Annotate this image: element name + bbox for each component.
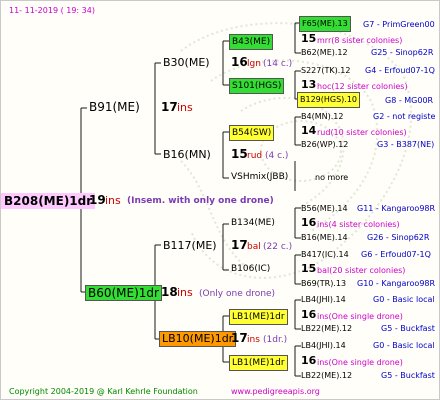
sire-bottom-b-label[interactable]: VSHmix(JBB) <box>231 171 288 184</box>
sire-top-a-ins: 15 <box>301 32 317 45</box>
dam-top-ins: 17 <box>231 238 248 252</box>
sire-bottom-b-note: no more <box>315 173 349 182</box>
dam-top-a-note: ins(4 sister colonies) <box>317 220 400 229</box>
dam-top-a-r2-left[interactable]: B16(ME).14 <box>301 231 348 244</box>
footer-copyright: Copyright 2004-2019 @ Karl Kehrle Founda… <box>9 387 198 396</box>
dam-bottom-ins-word: ins <box>247 335 260 345</box>
sire-bottom-count: (4 c.) <box>265 151 289 161</box>
sire-bottom-a-r1-left[interactable]: B4(MN).12 <box>301 110 343 123</box>
dam-bottom-a-r2-left[interactable]: LB22(ME).12 <box>301 322 352 335</box>
sire-bottom-a-r2-right: G3 - B387(NE) <box>377 140 435 149</box>
dam-ins-word: ins <box>177 286 193 299</box>
sire-top-a-r2-left[interactable]: B62(ME).12 <box>301 46 348 59</box>
dam-top-b-r1-left[interactable]: B417(IC).14 <box>301 248 349 261</box>
root-queen-label[interactable]: B208(ME)1dr <box>1 193 96 209</box>
root-ins-word: ins <box>105 194 121 207</box>
dam-top-b-label[interactable]: B106(IC) <box>231 263 270 276</box>
dam-bottom-a-r1-right: G0 - Basic local <box>373 295 435 304</box>
sire-ins-value: 17 <box>161 100 178 114</box>
sire-top-a-label[interactable]: B43(ME) <box>229 34 274 50</box>
report-date: 11- 11-2019 ( 19: 34) <box>9 6 95 15</box>
sire-top-b-ins: 13 <box>301 78 317 91</box>
sire-bottom-ins-word: rud <box>247 151 263 161</box>
dam-top-a-r2-right: G26 - Sinop62R <box>367 233 430 242</box>
dam-label[interactable]: B60(ME)1dr <box>85 285 162 301</box>
sire-bottom-a-ins: 14 <box>301 124 317 137</box>
dam-bottom-b-label[interactable]: LB1(ME)1dr <box>229 355 288 371</box>
dam-bottom-count: (1dr.) <box>263 335 288 345</box>
sire-bottom-a-r2-left[interactable]: B26(WP).12 <box>301 138 348 151</box>
sire-top-b-r1-left[interactable]: S227(TK).12 <box>301 64 350 77</box>
dam-bottom-a-r2-right: G5 - Buckfast <box>381 324 435 333</box>
dam-bottom-b-note: ins(One single drone) <box>317 358 403 367</box>
dam-bottom-a-r1-left[interactable]: LB4(JHI).14 <box>301 293 346 306</box>
sire-top-a-r2-right: G25 - Sinop62R <box>371 48 434 57</box>
sire-top-b-r2-right: G8 - MG00R <box>385 96 434 105</box>
dam-top-a-r1-left[interactable]: B56(ME).14 <box>301 202 348 215</box>
sire-top-ins: 16 <box>231 55 248 69</box>
sire-top-ins-word: lgn <box>247 59 261 69</box>
dam-top-ins-word: bal <box>247 242 261 252</box>
dam-bottom-label[interactable]: LB10(ME)1dr <box>159 331 237 347</box>
dam-top-b-r2-right: G10 - Kangaroo98R <box>357 279 436 288</box>
dam-bottom-a-ins: 16 <box>301 308 317 321</box>
dam-top-a-label[interactable]: B134(ME) <box>231 217 275 230</box>
sire-top-a-r1-left[interactable]: F65(ME).13 <box>299 16 351 32</box>
sire-top-b-r1-right: G4 - Erfoud07-1Q <box>365 66 435 75</box>
sire-bottom-ins: 15 <box>231 147 248 161</box>
dam-bottom-b-r1-right: G0 - Basic local <box>373 341 435 350</box>
sire-bottom-label[interactable]: B16(MN) <box>163 148 211 161</box>
sire-top-count: (14 c.) <box>263 59 293 69</box>
dam-note: (Only one drone) <box>199 289 276 299</box>
dam-ins-value: 18 <box>161 285 178 299</box>
sire-bottom-a-r1-right: G2 - not registe <box>373 112 436 121</box>
dam-bottom-a-label[interactable]: LB1(ME)1dr <box>229 309 288 325</box>
sire-ins-word: ins <box>177 101 193 114</box>
dam-top-a-r1-right: G11 - Kangaroo98R <box>357 204 436 213</box>
root-note: (Insem. with only one drone) <box>127 196 274 206</box>
sire-bottom-a-label[interactable]: B54(SW) <box>229 125 275 141</box>
dam-bottom-ins: 17 <box>231 331 248 345</box>
root-ins-value: 19 <box>89 193 106 207</box>
sire-label[interactable]: B91(ME) <box>89 101 140 114</box>
dam-bottom-b-r2-left[interactable]: LB22(ME).12 <box>301 369 352 382</box>
dam-bottom-b-r2-right: G5 - Buckfast <box>381 371 435 380</box>
dam-top-b-ins: 15 <box>301 262 317 275</box>
sire-top-label[interactable]: B30(ME) <box>163 56 210 69</box>
dam-top-count: (22 c.) <box>263 242 293 252</box>
dam-bottom-b-ins: 16 <box>301 354 317 367</box>
sire-top-b-label[interactable]: S101(HGS) <box>229 78 285 94</box>
dam-bottom-b-r1-left[interactable]: LB4(JHI).14 <box>301 339 346 352</box>
dam-top-label[interactable]: B117(ME) <box>163 239 217 252</box>
dam-top-b-r1-right: G6 - Erfoud07-1Q <box>361 250 431 259</box>
pedigree-page: 11- 11-2019 ( 19: 34) B208(ME)1dr 19 ins… <box>0 0 440 400</box>
dam-top-b-r2-left[interactable]: B69(TR).13 <box>301 277 346 290</box>
dam-top-b-note: bal(20 sister colonies) <box>317 266 406 275</box>
sire-top-a-r1-right: G7 - PrimGreen00 <box>363 20 435 29</box>
footer-url[interactable]: www.pedigreeapis.org <box>231 385 320 398</box>
sire-top-b-r2-left[interactable]: B129(HGS).10 <box>297 92 361 108</box>
dam-top-a-ins: 16 <box>301 216 317 229</box>
